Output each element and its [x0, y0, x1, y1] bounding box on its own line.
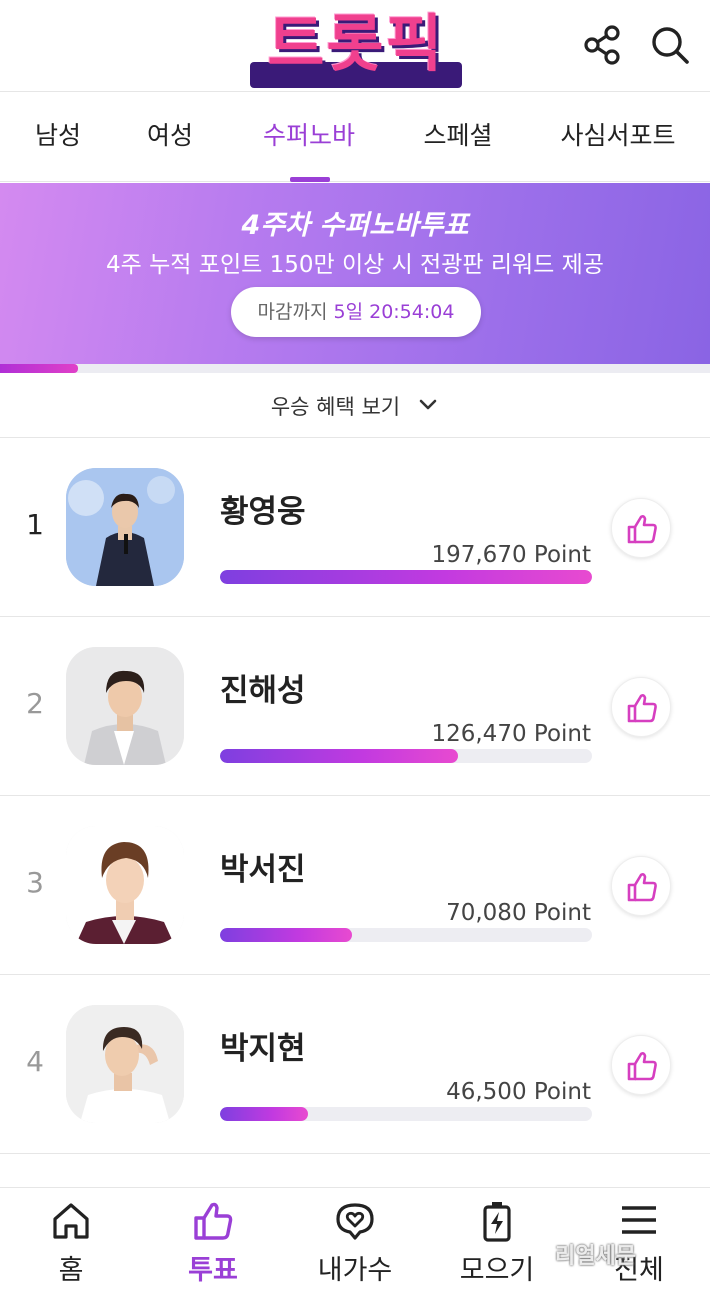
- singer-name: 진해성: [220, 673, 306, 709]
- avatar-photo: [66, 1005, 184, 1123]
- nav-my-singer[interactable]: 내가수: [284, 1188, 426, 1291]
- rank-number: 3: [26, 866, 44, 899]
- search-icon[interactable]: [649, 24, 691, 66]
- banner-title: 4주차 수퍼노바투표: [241, 210, 469, 241]
- battery-charge-icon: [483, 1202, 511, 1242]
- ranking-row: 4 박지현 46,500 Point: [0, 975, 710, 1154]
- category-tabs: 남성 여성 수퍼노바 스페셜 사심서포트: [0, 92, 710, 182]
- vote-points: 197,670 Point: [431, 542, 591, 568]
- menu-icon: [622, 1206, 656, 1234]
- nav-home-label: 홈: [58, 1255, 84, 1286]
- ranking-row: 2 진해성 126,470 Point: [0, 617, 710, 796]
- points-bar-fill: [220, 928, 352, 942]
- thumbs-up-icon: [627, 694, 657, 723]
- vote-banner: 4주차 수퍼노바투표 4주 누적 포인트 150만 이상 시 전광판 리워드 제…: [0, 183, 710, 364]
- deadline-pill: 마감까지 5일 20:54:04: [231, 287, 481, 337]
- tab-supernova[interactable]: 수퍼노바: [248, 92, 370, 182]
- singer-avatar[interactable]: [66, 1005, 184, 1123]
- points-bar-fill: [220, 570, 592, 584]
- points-bar-fill: [220, 749, 458, 763]
- logo-text: 트롯픽: [267, 7, 445, 80]
- deadline-label: 마감까지: [257, 301, 328, 323]
- avatar-photo: [66, 647, 184, 765]
- avatar-photo: [66, 468, 184, 586]
- points-bar-track: [220, 928, 592, 942]
- ranking-row: 1 황영웅 197,670 Point: [0, 438, 710, 617]
- home-icon: [53, 1203, 89, 1239]
- banner-progress-fill: [0, 364, 79, 373]
- singer-name: 박지현: [220, 1031, 306, 1067]
- nav-home[interactable]: 홈: [0, 1188, 142, 1291]
- singer-avatar[interactable]: [66, 826, 184, 944]
- thumbs-up-icon: [627, 515, 657, 544]
- chevron-down-icon: [419, 399, 437, 410]
- banner-progress-track: [0, 364, 710, 373]
- deadline-countdown: 5일 20:54:04: [333, 301, 455, 323]
- vote-points: 46,500 Point: [446, 1079, 591, 1105]
- tab-male[interactable]: 남성: [18, 92, 98, 182]
- trotpick-logo[interactable]: 트롯픽: [240, 6, 472, 88]
- points-bar-track: [220, 570, 592, 584]
- points-bar-fill: [220, 1107, 308, 1121]
- avatar-photo: [66, 826, 184, 944]
- active-tab-indicator: [290, 177, 330, 182]
- rank-number: 2: [26, 687, 44, 720]
- vote-button[interactable]: [611, 1035, 671, 1095]
- share-icon[interactable]: [582, 24, 624, 66]
- points-bar-track: [220, 749, 592, 763]
- singer-name: 박서진: [220, 852, 306, 888]
- vote-button[interactable]: [611, 498, 671, 558]
- nav-collect-label: 모으기: [459, 1255, 535, 1286]
- vote-button[interactable]: [611, 677, 671, 737]
- app-header: 트롯픽: [0, 0, 710, 92]
- nav-collect[interactable]: 모으기: [426, 1188, 568, 1291]
- tab-personal-support[interactable]: 사심서포트: [548, 92, 688, 182]
- heart-chat-icon: [336, 1203, 374, 1240]
- singer-avatar[interactable]: [66, 647, 184, 765]
- watermark: 리얼세문: [555, 1244, 636, 1269]
- nav-vote-label: 투표: [188, 1255, 238, 1286]
- thumbs-up-icon: [627, 873, 657, 902]
- singer-name: 황영웅: [220, 494, 306, 530]
- nav-vote[interactable]: 투표: [142, 1188, 284, 1291]
- vote-points: 70,080 Point: [446, 900, 591, 926]
- points-bar-track: [220, 1107, 592, 1121]
- banner-subtitle: 4주 누적 포인트 150만 이상 시 전광판 리워드 제공: [106, 252, 604, 278]
- vote-button[interactable]: [611, 856, 671, 916]
- benefits-label: 우승 혜택 보기: [270, 395, 401, 419]
- rank-number: 4: [26, 1045, 44, 1078]
- thumbs-up-icon: [627, 1052, 657, 1081]
- nav-my-singer-label: 내가수: [317, 1255, 393, 1286]
- tab-special[interactable]: 스페셜: [408, 92, 508, 182]
- singer-avatar[interactable]: [66, 468, 184, 586]
- tab-female[interactable]: 여성: [130, 92, 210, 182]
- rank-number: 1: [26, 508, 44, 541]
- thumbs-up-icon: [194, 1202, 233, 1240]
- ranking-row: 3 박서진 70,080 Point: [0, 796, 710, 975]
- winner-benefits-toggle[interactable]: 우승 혜택 보기: [0, 373, 710, 438]
- vote-points: 126,470 Point: [431, 721, 591, 747]
